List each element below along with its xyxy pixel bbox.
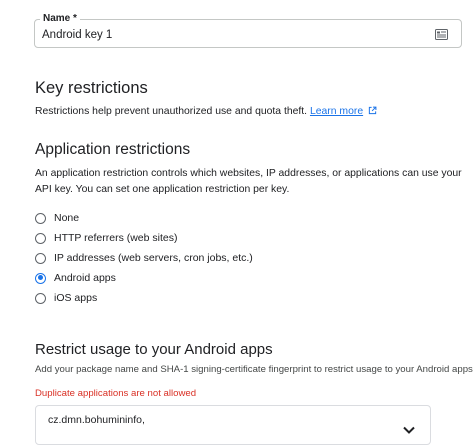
radio-label[interactable]: IP addresses (web servers, cron jobs, et… <box>54 252 253 264</box>
duplicate-error-message: Duplicate applications are not allowed <box>35 388 197 399</box>
restrict-android-description: Add your package name and SHA-1 signing-… <box>35 364 473 375</box>
radio-label[interactable]: None <box>54 212 79 224</box>
android-app-package: cz.dmn.bohumininfo, <box>48 414 145 426</box>
application-restrictions-heading: Application restrictions <box>35 141 191 158</box>
radio-button-selected[interactable] <box>35 272 46 284</box>
key-restrictions-description: Restrictions help prevent unauthorized u… <box>35 104 377 120</box>
radio-label[interactable]: Android apps <box>54 272 116 284</box>
chevron-down-icon[interactable] <box>402 426 416 435</box>
key-restrictions-heading: Key restrictions <box>35 79 148 97</box>
radio-option-android-apps[interactable]: Android apps <box>35 270 116 286</box>
name-field-value[interactable]: Android key 1 <box>42 28 112 42</box>
form-icon[interactable] <box>435 29 448 40</box>
restrict-android-heading: Restrict usage to your Android apps <box>35 341 273 358</box>
radio-button[interactable] <box>35 212 46 224</box>
learn-more-link[interactable]: Learn more <box>310 106 363 117</box>
radio-option-ip-addresses[interactable]: IP addresses (web servers, cron jobs, et… <box>35 250 253 266</box>
radio-option-none[interactable]: None <box>35 210 79 226</box>
radio-label[interactable]: HTTP referrers (web sites) <box>54 232 178 244</box>
application-restrictions-description: An application restriction controls whic… <box>35 168 462 195</box>
name-field-label: Name * <box>40 13 80 25</box>
key-restrictions-text: Restrictions help prevent unauthorized u… <box>35 106 308 117</box>
external-link-icon[interactable] <box>368 106 377 115</box>
radio-option-ios-apps[interactable]: iOS apps <box>35 290 97 306</box>
radio-button[interactable] <box>35 252 46 264</box>
radio-button[interactable] <box>35 292 46 304</box>
radio-button[interactable] <box>35 232 46 244</box>
radio-option-http-referrers[interactable]: HTTP referrers (web sites) <box>35 230 178 246</box>
radio-label[interactable]: iOS apps <box>54 292 97 304</box>
